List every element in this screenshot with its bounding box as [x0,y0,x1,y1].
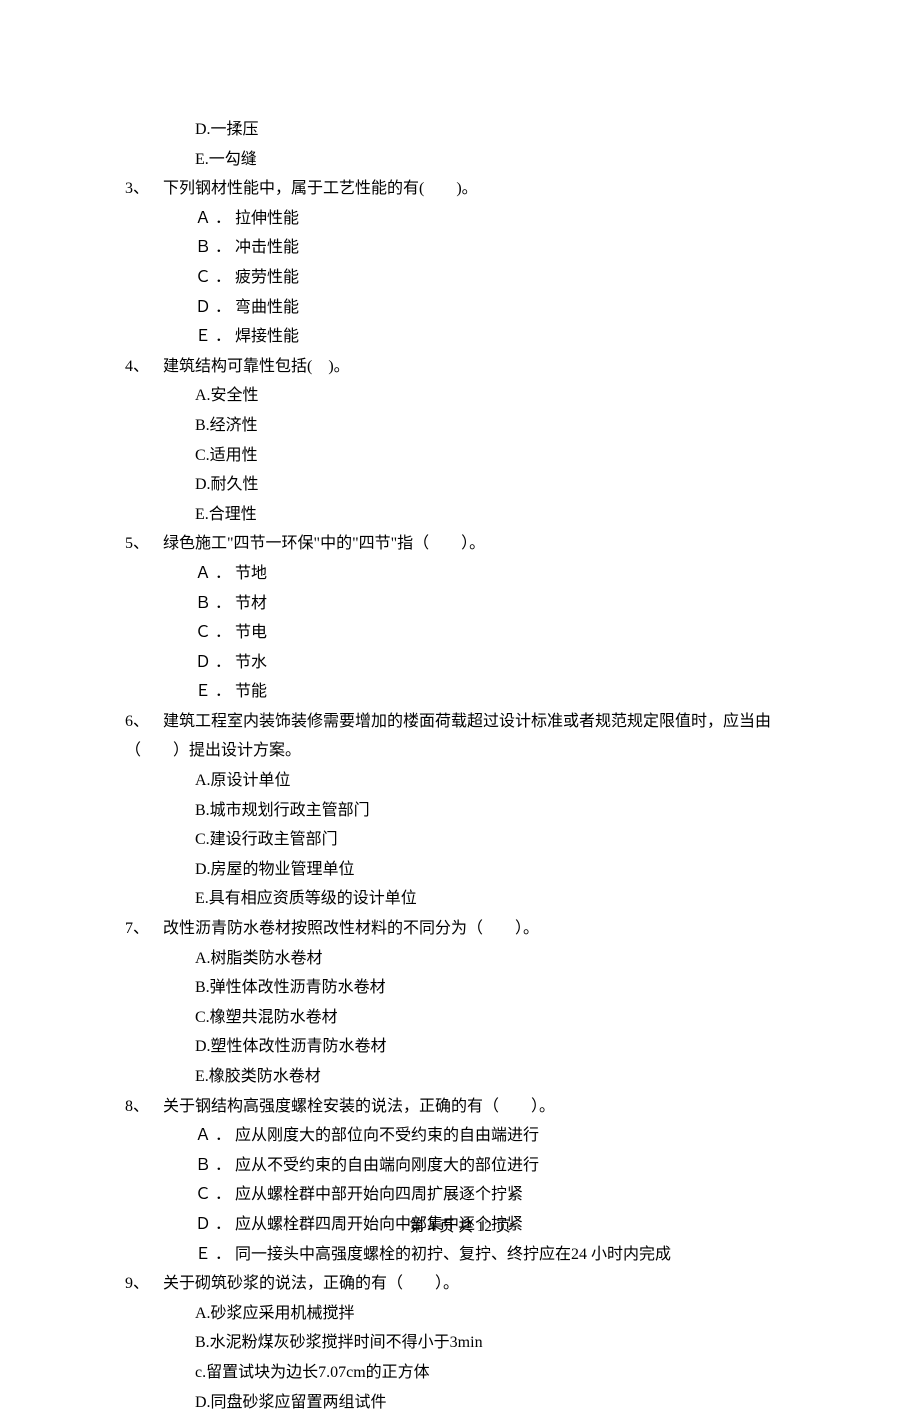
question-number: 7、 [125,914,163,944]
option-b: B.城市规划行政主管部门 [125,796,795,826]
option-b: B.弹性体改性沥青防水卷材 [125,973,795,1003]
question-number: 6、 [125,707,163,737]
option-a: A.原设计单位 [125,766,795,796]
option-b: Ｂ ． 应从不受约束的自由端向刚度大的部位进行 [125,1151,795,1181]
question-4: 4、 建筑结构可靠性包括( )。 A.安全性 B.经济性 C.适用性 D.耐久性… [125,352,795,530]
option-b: B.水泥粉煤灰砂浆搅拌时间不得小于3min [125,1328,795,1358]
question-6: 6、 建筑工程室内装饰装修需要增加的楼面荷载超过设计标准或者规范规定限值时，应当… [125,707,795,914]
option-c: C.橡塑共混防水卷材 [125,1003,795,1033]
question-9: 9、 关于砌筑砂浆的说法，正确的有（ ）。 A.砂浆应采用机械搅拌 B.水泥粉煤… [125,1269,795,1417]
option-a: Ａ ． 拉伸性能 [125,204,795,234]
question-text: 下列钢材性能中，属于工艺性能的有( )。 [163,174,795,204]
question-stem: 5、 绿色施工"四节一环保"中的"四节"指（ ）。 [125,529,795,559]
question-text: 绿色施工"四节一环保"中的"四节"指（ ）。 [163,529,795,559]
option-e: Ｅ ． 焊接性能 [125,322,795,352]
option-d: D.塑性体改性沥青防水卷材 [125,1032,795,1062]
option-c: Ｃ ． 节电 [125,618,795,648]
question-text: 关于砌筑砂浆的说法，正确的有（ ）。 [163,1269,795,1299]
question-stem: 3、 下列钢材性能中，属于工艺性能的有( )。 [125,174,795,204]
question-stem: 4、 建筑结构可靠性包括( )。 [125,352,795,382]
question-number: 3、 [125,174,163,204]
option-e: E.具有相应资质等级的设计单位 [125,884,795,914]
question-number: 8、 [125,1092,163,1122]
question-stem: 7、 改性沥青防水卷材按照改性材料的不同分为（ ）。 [125,914,795,944]
option-d: Ｄ ． 节水 [125,648,795,678]
option-a: Ａ ． 节地 [125,559,795,589]
question-number: 5、 [125,529,163,559]
question-stem: 9、 关于砌筑砂浆的说法，正确的有（ ）。 [125,1269,795,1299]
question-5: 5、 绿色施工"四节一环保"中的"四节"指（ ）。 Ａ ． 节地 Ｂ ． 节材 … [125,529,795,707]
option-e: Ｅ ． 节能 [125,677,795,707]
page-footer: 第 4 页 共 12 页 [0,1214,920,1242]
option-c: C.建设行政主管部门 [125,825,795,855]
option-d: Ｄ ． 弯曲性能 [125,293,795,323]
option-a: A.树脂类防水卷材 [125,944,795,974]
question-number: 4、 [125,352,163,382]
option-e: E.橡胶类防水卷材 [125,1062,795,1092]
option-e: Ｅ ． 同一接头中高强度螺栓的初拧、复拧、终拧应在24 小时内完成 [125,1240,795,1270]
question-7: 7、 改性沥青防水卷材按照改性材料的不同分为（ ）。 A.树脂类防水卷材 B.弹… [125,914,795,1092]
option-a: Ａ ． 应从刚度大的部位向不受约束的自由端进行 [125,1121,795,1151]
option-b: Ｂ ． 冲击性能 [125,233,795,263]
question-number: 9、 [125,1269,163,1299]
continued-option: D.一揉压 [125,115,795,145]
continued-option: E.一勾缝 [125,145,795,175]
question-3: 3、 下列钢材性能中，属于工艺性能的有( )。 Ａ ． 拉伸性能 Ｂ ． 冲击性… [125,174,795,352]
option-a: A.安全性 [125,381,795,411]
question-text: 关于钢结构高强度螺栓安装的说法，正确的有（ ）。 [163,1092,795,1122]
question-stem: 6、 建筑工程室内装饰装修需要增加的楼面荷载超过设计标准或者规范规定限值时，应当… [125,707,795,737]
option-b: Ｂ ． 节材 [125,589,795,619]
option-e: E.合理性 [125,500,795,530]
option-c: Ｃ ． 应从螺栓群中部开始向四周扩展逐个拧紧 [125,1180,795,1210]
option-c: C.适用性 [125,441,795,471]
option-d: D.耐久性 [125,470,795,500]
question-stem: 8、 关于钢结构高强度螺栓安装的说法，正确的有（ ）。 [125,1092,795,1122]
option-c: c.留置试块为边长7.07cm的正方体 [125,1358,795,1388]
question-text: 建筑工程室内装饰装修需要增加的楼面荷载超过设计标准或者规范规定限值时，应当由 [163,707,795,737]
question-stem-continued: （ ）提出设计方案。 [125,736,795,766]
question-8: 8、 关于钢结构高强度螺栓安装的说法，正确的有（ ）。 Ａ ． 应从刚度大的部位… [125,1092,795,1270]
option-c: Ｃ ． 疲劳性能 [125,263,795,293]
question-text: 建筑结构可靠性包括( )。 [163,352,795,382]
question-text: 改性沥青防水卷材按照改性材料的不同分为（ ）。 [163,914,795,944]
option-b: B.经济性 [125,411,795,441]
option-d: D.同盘砂浆应留置两组试件 [125,1388,795,1417]
option-a: A.砂浆应采用机械搅拌 [125,1299,795,1329]
option-d: D.房屋的物业管理单位 [125,855,795,885]
